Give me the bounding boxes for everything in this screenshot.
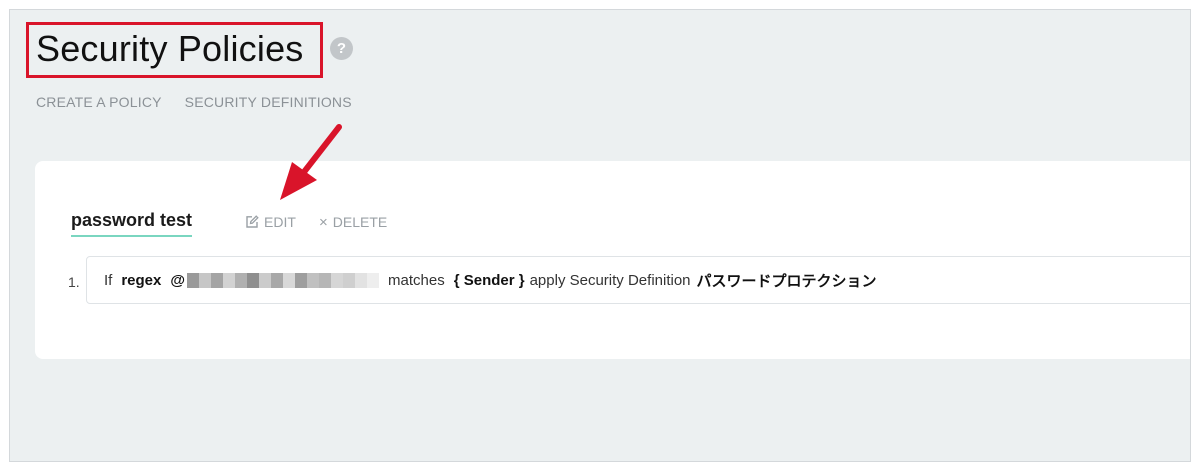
- rule-if: If: [104, 271, 113, 289]
- rule-condition-type: regex: [121, 271, 162, 289]
- page-title: Security Policies: [36, 28, 304, 69]
- rule-matches: matches: [388, 271, 445, 289]
- delete-button[interactable]: × DELETE: [319, 214, 387, 230]
- nav-security-definitions[interactable]: SECURITY DEFINITIONS: [185, 94, 352, 110]
- rule-apply-label: apply Security Definition: [529, 271, 691, 289]
- help-circle-icon[interactable]: ?: [330, 37, 353, 60]
- rule-definition: パスワードプロテクション: [696, 272, 877, 290]
- rule-field: { Sender }: [453, 271, 525, 289]
- close-icon: ×: [319, 213, 328, 231]
- edit-button[interactable]: EDIT: [245, 214, 296, 230]
- delete-label: DELETE: [332, 214, 388, 230]
- policy-nav: CREATE A POLICY SECURITY DEFINITIONS: [36, 94, 352, 110]
- policy-tab-name[interactable]: password test: [71, 210, 193, 237]
- nav-create-policy[interactable]: CREATE A POLICY: [36, 94, 162, 110]
- rule-number: 1.: [68, 274, 80, 290]
- redacted-pattern: [187, 272, 380, 288]
- app-frame: Security Policies ? CREATE A POLICY SECU…: [9, 9, 1191, 462]
- edit-label: EDIT: [264, 214, 296, 230]
- edit-icon: [246, 215, 259, 228]
- policy-card: password test EDIT × DELETE 1. If regex …: [35, 161, 1190, 359]
- rule-pattern-prefix: @: [170, 271, 186, 289]
- rule-row: If regex @ matches { Sender } apply Secu…: [86, 256, 1190, 304]
